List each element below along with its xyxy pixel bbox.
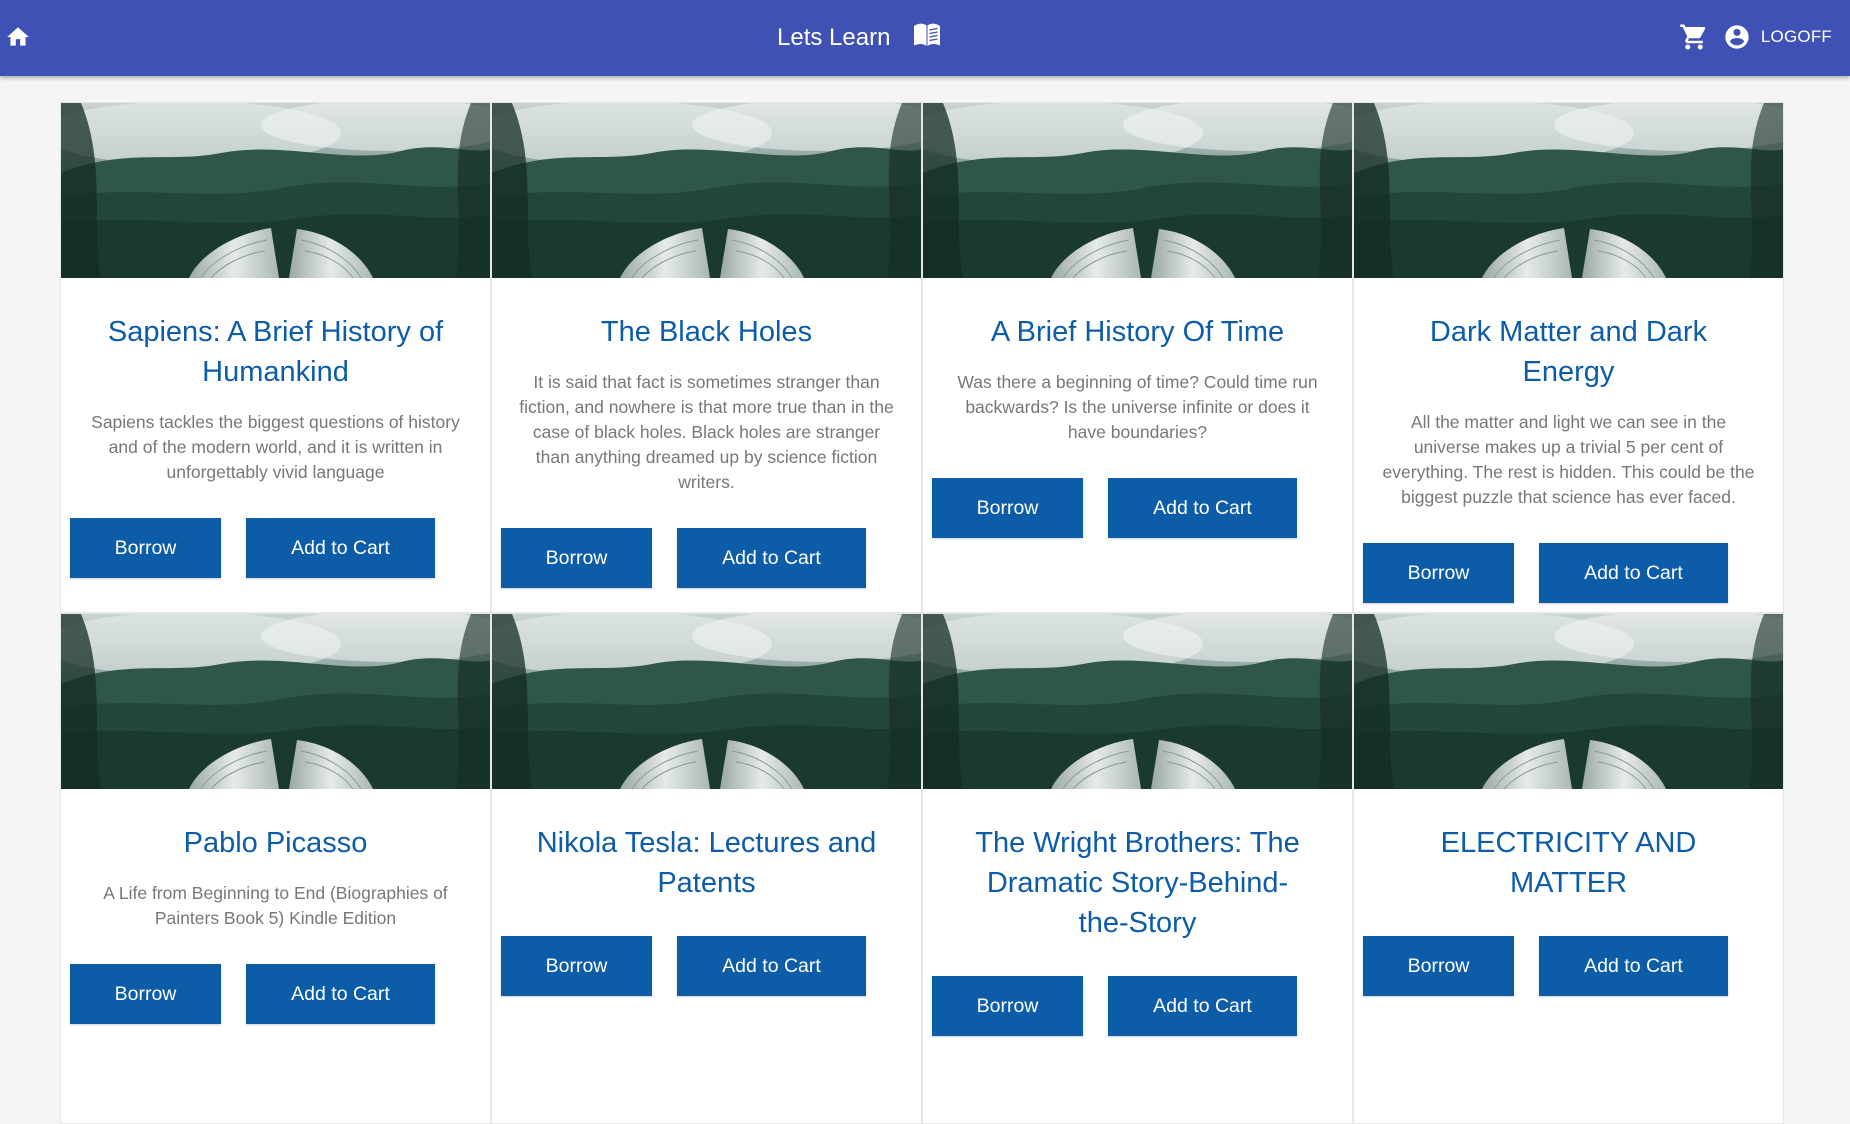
- book-cover-image: [492, 614, 921, 789]
- book-description: Sapiens tackles the biggest questions of…: [91, 412, 460, 482]
- home-button[interactable]: [4, 24, 32, 50]
- borrow-button[interactable]: Borrow: [501, 936, 652, 996]
- cart-icon: [1680, 24, 1706, 50]
- book-title: Sapiens: A Brief History of Humankind: [107, 316, 444, 388]
- add-to-cart-button[interactable]: Add to Cart: [1108, 478, 1297, 538]
- book-card: A Brief History Of Time Was there a begi…: [922, 102, 1353, 613]
- book-card: Nikola Tesla: Lectures and Patents Borro…: [491, 613, 922, 1124]
- book-description: A Life from Beginning to End (Biographie…: [103, 883, 448, 928]
- book-grid: Sapiens: A Brief History of Humankind Sa…: [60, 102, 1784, 1124]
- book-cover-image: [923, 103, 1352, 278]
- borrow-button[interactable]: Borrow: [70, 518, 221, 578]
- book-description: All the matter and light we can see in t…: [1382, 412, 1755, 507]
- add-to-cart-button[interactable]: Add to Cart: [677, 528, 866, 588]
- book-title: A Brief History Of Time: [990, 316, 1285, 348]
- card-actions: Borrow Add to Cart: [70, 518, 490, 578]
- book-title: The Black Holes: [600, 316, 813, 348]
- card-actions: Borrow Add to Cart: [1363, 936, 1783, 996]
- card-actions: Borrow Add to Cart: [932, 976, 1352, 1036]
- book-title: Dark Matter and Dark Energy: [1429, 316, 1708, 388]
- add-to-cart-button[interactable]: Add to Cart: [246, 518, 435, 578]
- logoff-button[interactable]: LOGOFF: [1723, 23, 1832, 51]
- book-title: The Wright Brothers: The Dramatic Story-…: [975, 827, 1300, 939]
- book-cover-image: [1354, 103, 1783, 278]
- book-card: Dark Matter and Dark Energy All the matt…: [1353, 102, 1784, 613]
- book-card: Pablo Picasso A Life from Beginning to E…: [60, 613, 491, 1124]
- add-to-cart-button[interactable]: Add to Cart: [246, 964, 435, 1024]
- account-circle-icon: [1725, 25, 1749, 49]
- book-card: Sapiens: A Brief History of Humankind Sa…: [60, 102, 491, 613]
- add-to-cart-button[interactable]: Add to Cart: [677, 936, 866, 996]
- book-cover-image: [492, 103, 921, 278]
- borrow-button[interactable]: Borrow: [501, 528, 652, 588]
- app-brand: Lets Learn: [777, 22, 942, 54]
- borrow-button[interactable]: Borrow: [932, 976, 1083, 1036]
- toolbar-actions: LOGOFF: [1679, 20, 1832, 54]
- card-actions: Borrow Add to Cart: [501, 528, 921, 588]
- book-title: Pablo Picasso: [183, 827, 368, 859]
- book-description: It is said that fact is sometimes strang…: [519, 372, 894, 492]
- borrow-button[interactable]: Borrow: [1363, 936, 1514, 996]
- book-cover-image: [923, 614, 1352, 789]
- card-actions: Borrow Add to Cart: [1363, 543, 1783, 603]
- open-book-icon: [912, 22, 942, 55]
- add-to-cart-button[interactable]: Add to Cart: [1539, 543, 1728, 603]
- card-actions: Borrow Add to Cart: [501, 936, 921, 996]
- book-cover-image: [61, 103, 490, 278]
- add-to-cart-button[interactable]: Add to Cart: [1108, 976, 1297, 1036]
- book-cover-image: [1354, 614, 1783, 789]
- book-title: ELECTRICITY AND MATTER: [1440, 827, 1697, 899]
- book-title: Nikola Tesla: Lectures and Patents: [536, 827, 877, 899]
- logoff-label: LOGOFF: [1760, 27, 1832, 46]
- borrow-button[interactable]: Borrow: [1363, 543, 1514, 603]
- app-title: Lets Learn: [777, 24, 891, 51]
- card-actions: Borrow Add to Cart: [932, 478, 1352, 538]
- book-card: ELECTRICITY AND MATTER Borrow Add to Car…: [1353, 613, 1784, 1124]
- borrow-button[interactable]: Borrow: [70, 964, 221, 1024]
- card-actions: Borrow Add to Cart: [70, 964, 490, 1024]
- cart-button[interactable]: [1679, 22, 1709, 52]
- book-cover-image: [61, 614, 490, 789]
- app-toolbar: Lets Learn LOGOFF: [0, 0, 1850, 76]
- borrow-button[interactable]: Borrow: [932, 478, 1083, 538]
- book-card: The Wright Brothers: The Dramatic Story-…: [922, 613, 1353, 1124]
- book-card: The Black Holes It is said that fact is …: [491, 102, 922, 613]
- home-icon: [7, 27, 29, 46]
- add-to-cart-button[interactable]: Add to Cart: [1539, 936, 1728, 996]
- book-description: Was there a beginning of time? Could tim…: [957, 372, 1318, 442]
